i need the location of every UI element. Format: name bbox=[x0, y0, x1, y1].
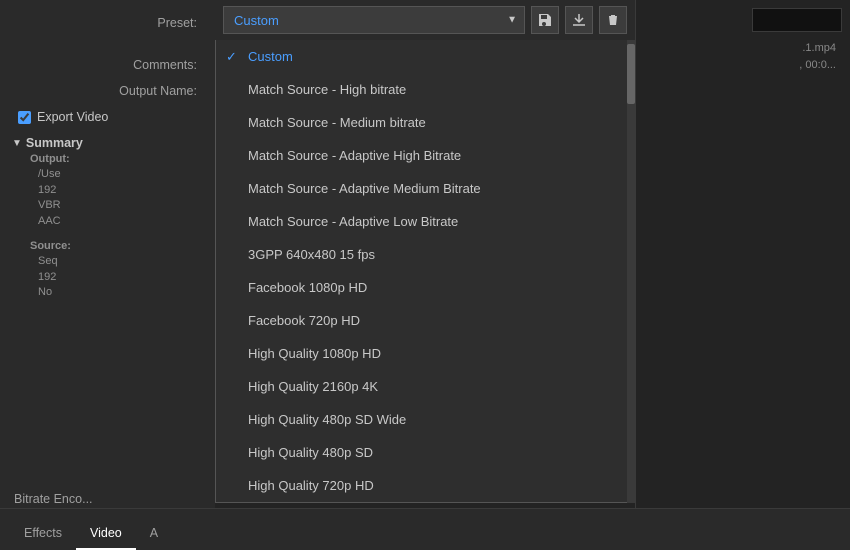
source-summary: Source: Seq192No bbox=[12, 237, 215, 303]
dropdown-container: Custom ▼ Custom Match Source - High bitr… bbox=[215, 0, 635, 503]
dropdown-item-match-adaptive-high[interactable]: Match Source - Adaptive High Bitrate bbox=[216, 139, 634, 172]
right-panel: .1.mp4 , 00:0... bbox=[635, 0, 850, 550]
import-icon bbox=[571, 12, 587, 28]
tab-audio[interactable]: A bbox=[136, 518, 172, 550]
dropdown-item-hq-480[interactable]: High Quality 480p SD bbox=[216, 436, 634, 469]
preset-bar: Custom ▼ bbox=[215, 0, 635, 40]
dropdown-item-fb-1080[interactable]: Facebook 1080p HD bbox=[216, 271, 634, 304]
dropdown-list-wrapper: Custom Match Source - High bitrate Match… bbox=[215, 40, 635, 503]
dropdown-item-hq-4k[interactable]: High Quality 2160p 4K bbox=[216, 370, 634, 403]
dropdown-item-3gpp[interactable]: 3GPP 640x480 15 fps bbox=[216, 238, 634, 271]
preset-dropdown-trigger[interactable]: Custom bbox=[223, 6, 525, 34]
right-file-info: .1.mp4 , 00:0... bbox=[799, 40, 836, 73]
output-path: /Use192VBRAAC bbox=[30, 167, 215, 229]
save-icon bbox=[537, 12, 553, 28]
tab-effects[interactable]: Effects bbox=[10, 518, 76, 550]
dropdown-item-hq-720[interactable]: High Quality 720p HD bbox=[216, 469, 634, 502]
tab-video[interactable]: Video bbox=[76, 518, 136, 550]
dropdown-item-match-adaptive-low[interactable]: Match Source - Adaptive Low Bitrate bbox=[216, 205, 634, 238]
dropdown-item-fb-720[interactable]: Facebook 720p HD bbox=[216, 304, 634, 337]
export-video-checkbox[interactable] bbox=[18, 111, 31, 124]
save-preset-button[interactable] bbox=[531, 6, 559, 34]
export-video-row: Export Video bbox=[0, 104, 215, 130]
dropdown-scrollbar[interactable] bbox=[627, 40, 635, 503]
preset-select-wrapper: Custom ▼ bbox=[223, 6, 525, 34]
output-filename-box bbox=[752, 8, 842, 32]
output-name-label: Output Name: bbox=[119, 84, 197, 98]
summary-section: ▼ Summary Output: /Use192VBRAAC Source: … bbox=[0, 130, 215, 309]
left-panel: Preset: Comments: Output Name: Export Vi… bbox=[0, 0, 215, 550]
output-name-label-row: Output Name: bbox=[0, 78, 215, 104]
comments-label-row: Comments: bbox=[0, 52, 215, 78]
output-summary: Output: /Use192VBRAAC bbox=[12, 150, 215, 231]
dropdown-item-match-adaptive-medium[interactable]: Match Source - Adaptive Medium Bitrate bbox=[216, 172, 634, 205]
dropdown-list: Custom Match Source - High bitrate Match… bbox=[215, 40, 635, 503]
dropdown-item-match-medium[interactable]: Match Source - Medium bitrate bbox=[216, 106, 634, 139]
delete-preset-button[interactable] bbox=[599, 6, 627, 34]
bitrate-label: Bitrate Enco... bbox=[14, 492, 93, 506]
dropdown-item-match-high[interactable]: Match Source - High bitrate bbox=[216, 73, 634, 106]
bottom-tabs: Effects Video A bbox=[0, 508, 850, 550]
dropdown-scrollbar-thumb bbox=[627, 44, 635, 104]
source-info: Seq192No bbox=[30, 254, 215, 300]
export-video-label: Export Video bbox=[37, 110, 108, 124]
summary-title: ▼ Summary bbox=[12, 136, 215, 150]
summary-chevron-icon: ▼ bbox=[12, 138, 22, 149]
comments-label: Comments: bbox=[133, 58, 197, 72]
dropdown-item-custom[interactable]: Custom bbox=[216, 40, 634, 73]
preset-label-row: Preset: bbox=[0, 10, 215, 36]
import-preset-button[interactable] bbox=[565, 6, 593, 34]
preset-label: Preset: bbox=[157, 16, 197, 30]
preset-selected-value: Custom bbox=[234, 13, 279, 28]
delete-icon bbox=[606, 13, 620, 27]
dropdown-item-hq-480-wide[interactable]: High Quality 480p SD Wide bbox=[216, 403, 634, 436]
dropdown-item-hq-1080[interactable]: High Quality 1080p HD bbox=[216, 337, 634, 370]
